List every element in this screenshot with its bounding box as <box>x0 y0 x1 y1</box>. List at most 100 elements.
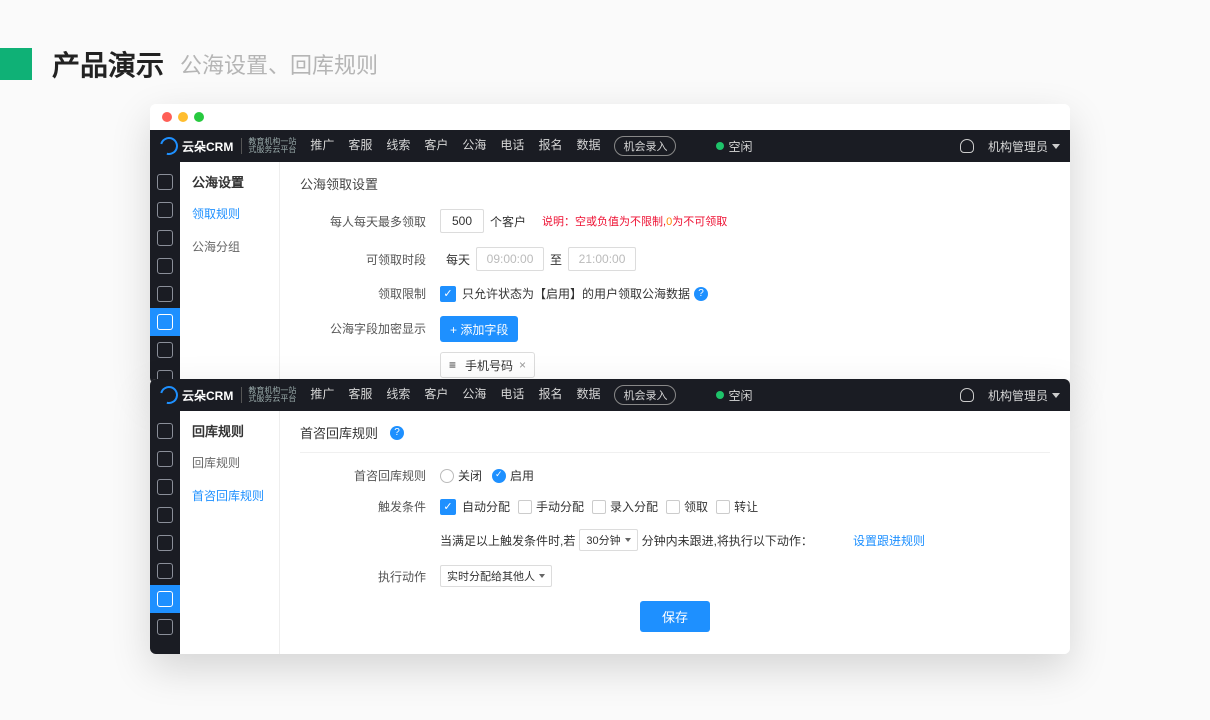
sidebar-item-return-rules[interactable]: 回库规则 <box>180 446 279 479</box>
content-area: 首咨回库规则 ? 首咨回库规则 关闭 启用 触发条件 ✓ 自动分配 手动分配 <box>280 411 1070 654</box>
set-follow-rule-link[interactable]: 设置跟进规则 <box>853 532 925 549</box>
opportunity-entry-button[interactable]: 机会录入 <box>614 385 676 405</box>
user-menu[interactable]: 机构管理员 <box>988 387 1060 404</box>
rail-icon[interactable] <box>157 535 173 551</box>
checkbox-claim[interactable] <box>666 500 680 514</box>
chevron-down-icon <box>1052 393 1060 398</box>
rail-icon[interactable] <box>157 423 173 439</box>
remove-tag-icon[interactable]: × <box>519 358 526 372</box>
checkbox-transfer[interactable] <box>716 500 730 514</box>
nav-item[interactable]: 客户 <box>424 136 448 156</box>
sidebar-item-first-consult-rules[interactable]: 首咨回库规则 <box>180 479 279 512</box>
help-icon[interactable]: ? <box>694 287 708 301</box>
time-from-input[interactable] <box>476 247 544 271</box>
rail-icon[interactable] <box>157 479 173 495</box>
accent-bar <box>0 48 32 80</box>
icon-rail <box>150 162 180 384</box>
sidebar: 公海设置 领取规则 公海分组 <box>180 162 280 384</box>
logo-sub: 教育机构一站式服务云平台 <box>241 138 296 154</box>
rail-icon[interactable] <box>157 258 173 274</box>
rail-icon[interactable] <box>157 230 173 246</box>
rail-icon[interactable] <box>157 202 173 218</box>
opt-label: 手动分配 <box>536 498 584 515</box>
max-dot[interactable] <box>194 112 204 122</box>
row-action: 执行动作 实时分配给其他人 <box>300 565 1050 587</box>
user-label: 机构管理员 <box>988 387 1048 404</box>
rail-icon[interactable] <box>157 286 173 302</box>
min-dot[interactable] <box>178 112 188 122</box>
radio-off[interactable] <box>440 469 454 483</box>
close-dot[interactable] <box>162 112 172 122</box>
chevron-down-icon <box>1052 144 1060 149</box>
daily-limit-input[interactable] <box>440 209 484 233</box>
nav-item[interactable]: 推广 <box>310 136 334 156</box>
section-title: 首咨回库规则 <box>300 423 378 442</box>
topbar: 云朵CRM 教育机构一站式服务云平台 推广 客服 线索 客户 公海 电话 报名 … <box>150 379 1070 411</box>
logo-text: 云朵CRM <box>182 138 233 155</box>
sidebar-title: 公海设置 <box>180 162 279 197</box>
checkbox-enabled-only[interactable]: ✓ <box>440 286 456 302</box>
nav-item[interactable]: 推广 <box>310 385 334 405</box>
limit-note: 说明：空或负值为不限制,0为不可领取 <box>542 213 727 229</box>
rail-icon[interactable] <box>157 563 173 579</box>
nav-item[interactable]: 公海 <box>462 136 486 156</box>
sidebar: 回库规则 回库规则 首咨回库规则 <box>180 411 280 654</box>
logo-sub: 教育机构一站式服务云平台 <box>241 387 296 403</box>
window-public-sea: 云朵CRM 教育机构一站式服务云平台 推广 客服 线索 客户 公海 电话 报名 … <box>150 104 1070 384</box>
action-select[interactable]: 实时分配给其他人 <box>440 565 552 587</box>
nav-item[interactable]: 电话 <box>500 385 524 405</box>
time-to-input[interactable] <box>568 247 636 271</box>
tag-label: 手机号码 <box>465 357 513 374</box>
status-text: 空闲 <box>728 138 752 155</box>
user-menu[interactable]: 机构管理员 <box>988 138 1060 155</box>
bell-icon[interactable] <box>960 388 974 402</box>
sidebar-item-claim-rules[interactable]: 领取规则 <box>180 197 279 230</box>
nav-item[interactable]: 数据 <box>576 385 600 405</box>
rail-icon-active[interactable] <box>150 585 180 613</box>
chevron-down-icon <box>539 574 545 578</box>
rail-icon-active[interactable] <box>150 308 180 336</box>
rail-icon[interactable] <box>157 342 173 358</box>
duration-select[interactable]: 30分钟 <box>579 529 637 551</box>
nav-item[interactable]: 报名 <box>538 136 562 156</box>
logo-icon <box>157 383 182 408</box>
rail-icon[interactable] <box>157 507 173 523</box>
label: 公海字段加密显示 <box>300 316 440 337</box>
logo: 云朵CRM 教育机构一站式服务云平台 <box>160 137 296 155</box>
opt-label: 录入分配 <box>610 498 658 515</box>
sidebar-item-groups[interactable]: 公海分组 <box>180 230 279 263</box>
label: 每人每天最多领取 <box>300 213 440 230</box>
radio-on[interactable] <box>492 469 506 483</box>
cond-pre: 当满足以上触发条件时,若 <box>440 532 575 549</box>
checkbox-manual-assign[interactable] <box>518 500 532 514</box>
status-text: 空闲 <box>728 387 752 404</box>
nav-item[interactable]: 线索 <box>386 136 410 156</box>
nav-item[interactable]: 线索 <box>386 385 410 405</box>
nav-item[interactable]: 客服 <box>348 385 372 405</box>
nav-item[interactable]: 客服 <box>348 136 372 156</box>
rail-icon[interactable] <box>157 451 173 467</box>
checkbox-entry-assign[interactable] <box>592 500 606 514</box>
bell-icon[interactable] <box>960 139 974 153</box>
rail-icon[interactable] <box>157 174 173 190</box>
nav-item[interactable]: 公海 <box>462 385 486 405</box>
window-titlebar <box>150 104 1070 130</box>
unit-text: 个客户 <box>490 213 526 230</box>
cond-mid: 分钟内未跟进,将执行以下动作： <box>642 532 813 549</box>
nav-item[interactable]: 数据 <box>576 136 600 156</box>
nav-item[interactable]: 电话 <box>500 136 524 156</box>
field-tag-phone[interactable]: 手机号码 × <box>440 352 535 378</box>
label: 执行动作 <box>300 568 440 585</box>
help-icon[interactable]: ? <box>390 426 404 440</box>
logo-text: 云朵CRM <box>182 387 233 404</box>
rail-icon[interactable] <box>157 619 173 635</box>
checkbox-auto-assign[interactable]: ✓ <box>440 499 456 515</box>
opportunity-entry-button[interactable]: 机会录入 <box>614 136 676 156</box>
add-field-button[interactable]: + 添加字段 <box>440 316 518 342</box>
save-button[interactable]: 保存 <box>640 601 710 632</box>
sidebar-title: 回库规则 <box>180 411 279 446</box>
user-label: 机构管理员 <box>988 138 1048 155</box>
nav-item[interactable]: 客户 <box>424 385 448 405</box>
content-area: 公海领取设置 每人每天最多领取 个客户 说明：空或负值为不限制,0为不可领取 可… <box>280 162 1070 384</box>
nav-item[interactable]: 报名 <box>538 385 562 405</box>
